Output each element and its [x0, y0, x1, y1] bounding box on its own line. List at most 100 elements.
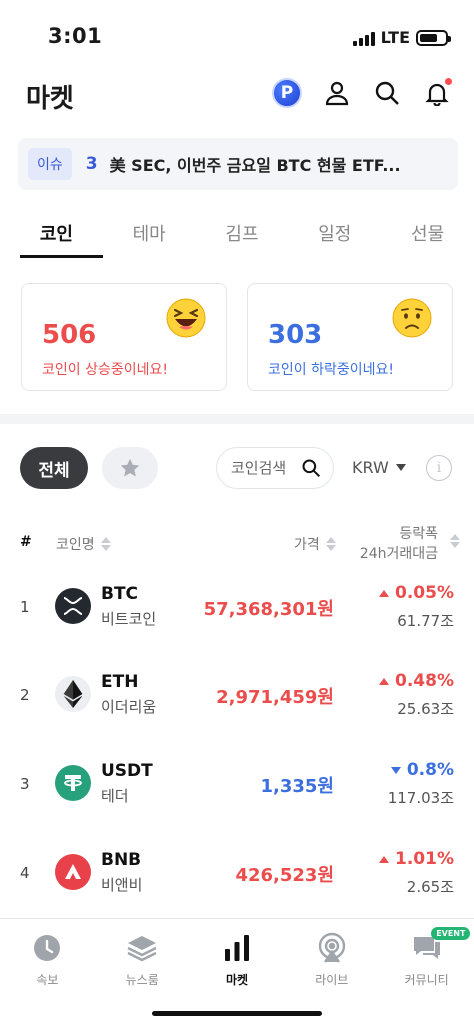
coin-symbol: ETH — [101, 672, 139, 692]
arrow-up-icon — [379, 855, 390, 863]
tab-theme[interactable]: 테마 — [103, 212, 196, 258]
column-header-name-label: 코인명 — [56, 537, 95, 553]
column-header-change[interactable]: 등락폭 24h거래대금 — [360, 524, 438, 564]
favorites-filter-button[interactable] — [102, 447, 158, 489]
issue-tag: 이슈 — [28, 148, 72, 180]
coin-price: 1,335원 — [260, 776, 335, 797]
coin-price: 57,368,301원 — [203, 599, 334, 620]
points-icon[interactable]: P — [272, 78, 302, 108]
coin-name: 테더 — [101, 787, 129, 805]
battery-icon — [416, 29, 451, 46]
falling-coins-card[interactable]: 303 코인이 하락중이네요! — [247, 283, 453, 391]
coin-search-input[interactable] — [231, 459, 301, 477]
table-row[interactable]: 1 BTC 비트코인 57,368,301원 0.05% 61.77조 — [0, 570, 474, 650]
sort-icon — [100, 537, 111, 551]
coin-change-value: 0.05% — [395, 583, 454, 603]
coin-symbol: BNB — [101, 850, 142, 870]
table-row[interactable]: 2 ETH 이더리움 2,971,459원 0.48% 25.63조 — [0, 658, 474, 738]
app-header: 마켓 P — [0, 72, 474, 120]
coin-change-value: 0.8% — [406, 760, 454, 780]
network-label: LTE — [380, 28, 410, 47]
row-rank: 4 — [20, 864, 30, 882]
info-icon[interactable]: i — [426, 455, 452, 481]
nav-item-newsroom[interactable]: 뉴스룸 — [95, 919, 190, 1026]
arrow-down-icon — [390, 766, 401, 774]
bottom-navigation: 속보 뉴스룸 마켓 라이브 EVENT 커뮤니티 — [0, 918, 474, 1026]
issue-headline: 美 SEC, 이번주 금요일 BTC 현물 ETF... — [109, 156, 401, 175]
row-rank: 3 — [20, 775, 30, 793]
tab-kimchi-premium[interactable]: 김프 — [196, 212, 289, 258]
coin-change: 0.48% — [379, 671, 454, 691]
nav-item-breaking-news[interactable]: 속보 — [0, 919, 95, 1026]
falling-label: 코인이 하락중이네요! — [268, 362, 394, 378]
coin-name: 비트코인 — [101, 610, 157, 628]
coin-symbol: BTC — [101, 584, 139, 604]
nav-label: 뉴스룸 — [125, 973, 159, 987]
issue-banner[interactable]: 이슈 3 美 SEC, 이번주 금요일 BTC 현물 ETF... — [18, 138, 458, 190]
status-indicators: LTE — [352, 28, 451, 47]
tether-logo-icon — [55, 765, 91, 801]
column-header-name[interactable]: 코인명 — [56, 534, 111, 554]
column-header-price[interactable]: 가격 — [294, 534, 336, 554]
caret-down-icon — [395, 463, 406, 471]
row-rank: 1 — [20, 598, 30, 616]
home-indicator — [152, 1011, 322, 1016]
tab-schedule[interactable]: 일정 — [288, 212, 381, 258]
page-title: 마켓 — [26, 84, 74, 114]
status-time: 3:01 — [48, 24, 103, 48]
filter-all-button[interactable]: 전체 — [20, 447, 88, 489]
star-icon — [120, 458, 140, 477]
nav-item-live[interactable]: 라이브 — [284, 919, 379, 1026]
nav-label: 라이브 — [315, 973, 349, 987]
tab-coin[interactable]: 코인 — [10, 212, 103, 258]
coin-change: 1.01% — [379, 849, 454, 869]
coin-name: 이더리움 — [101, 698, 157, 716]
coin-change-value: 0.48% — [395, 671, 454, 691]
coin-search-box[interactable] — [216, 447, 334, 489]
event-badge: EVENT — [431, 927, 471, 940]
table-row[interactable]: 3 USDT 테더 1,335원 0.8% 117.03조 — [0, 747, 474, 827]
broadcast-icon — [315, 931, 349, 965]
bar-chart-icon — [220, 931, 254, 965]
coin-logo-icon — [55, 588, 91, 624]
tab-futures[interactable]: 선물 — [381, 212, 474, 258]
search-icon[interactable] — [372, 78, 402, 108]
currency-select[interactable]: KRW — [352, 458, 406, 477]
table-row[interactable]: 4 BNB 비앤비 426,523원 1.01% 2.65조 — [0, 836, 474, 916]
column-header-volume-label: 24h거래대금 — [359, 546, 438, 562]
layers-icon — [125, 931, 159, 965]
coin-change: 0.05% — [379, 583, 454, 603]
column-header-change-label: 등락폭 — [399, 526, 438, 542]
issue-rank: 3 — [85, 154, 98, 174]
nav-item-market[interactable]: 마켓 — [190, 919, 285, 1026]
coin-price: 2,971,459원 — [216, 687, 334, 708]
section-divider — [0, 414, 474, 424]
notification-bell-icon[interactable] — [422, 78, 452, 108]
coin-change: 0.8% — [390, 760, 454, 780]
laughing-emoji-icon — [166, 298, 206, 338]
worried-emoji-icon — [392, 298, 432, 338]
coin-volume: 61.77조 — [397, 612, 454, 630]
nav-item-community[interactable]: EVENT 커뮤니티 — [379, 919, 474, 1026]
signal-icon — [352, 30, 375, 46]
nav-label: 커뮤니티 — [404, 973, 449, 987]
coin-volume: 117.03조 — [387, 789, 454, 807]
coin-volume: 2.65조 — [406, 878, 454, 896]
currency-label: KRW — [352, 458, 389, 477]
arrow-up-icon — [379, 589, 390, 597]
search-icon[interactable] — [301, 458, 321, 478]
coin-symbol: USDT — [101, 761, 153, 781]
row-rank: 2 — [20, 686, 30, 704]
arrow-up-icon — [379, 677, 390, 685]
rising-coins-card[interactable]: 506 코인이 상승중이네요! — [21, 283, 227, 391]
sort-icon[interactable] — [450, 534, 460, 548]
falling-count: 303 — [268, 320, 323, 350]
clock-icon — [30, 931, 64, 965]
sort-icon — [325, 537, 336, 551]
header-actions: P — [272, 78, 452, 108]
coin-volume: 25.63조 — [397, 700, 454, 718]
profile-icon[interactable] — [322, 78, 352, 108]
coin-price: 426,523원 — [235, 865, 334, 886]
bnb-logo-icon — [55, 854, 91, 890]
coin-name: 비앤비 — [101, 876, 143, 894]
